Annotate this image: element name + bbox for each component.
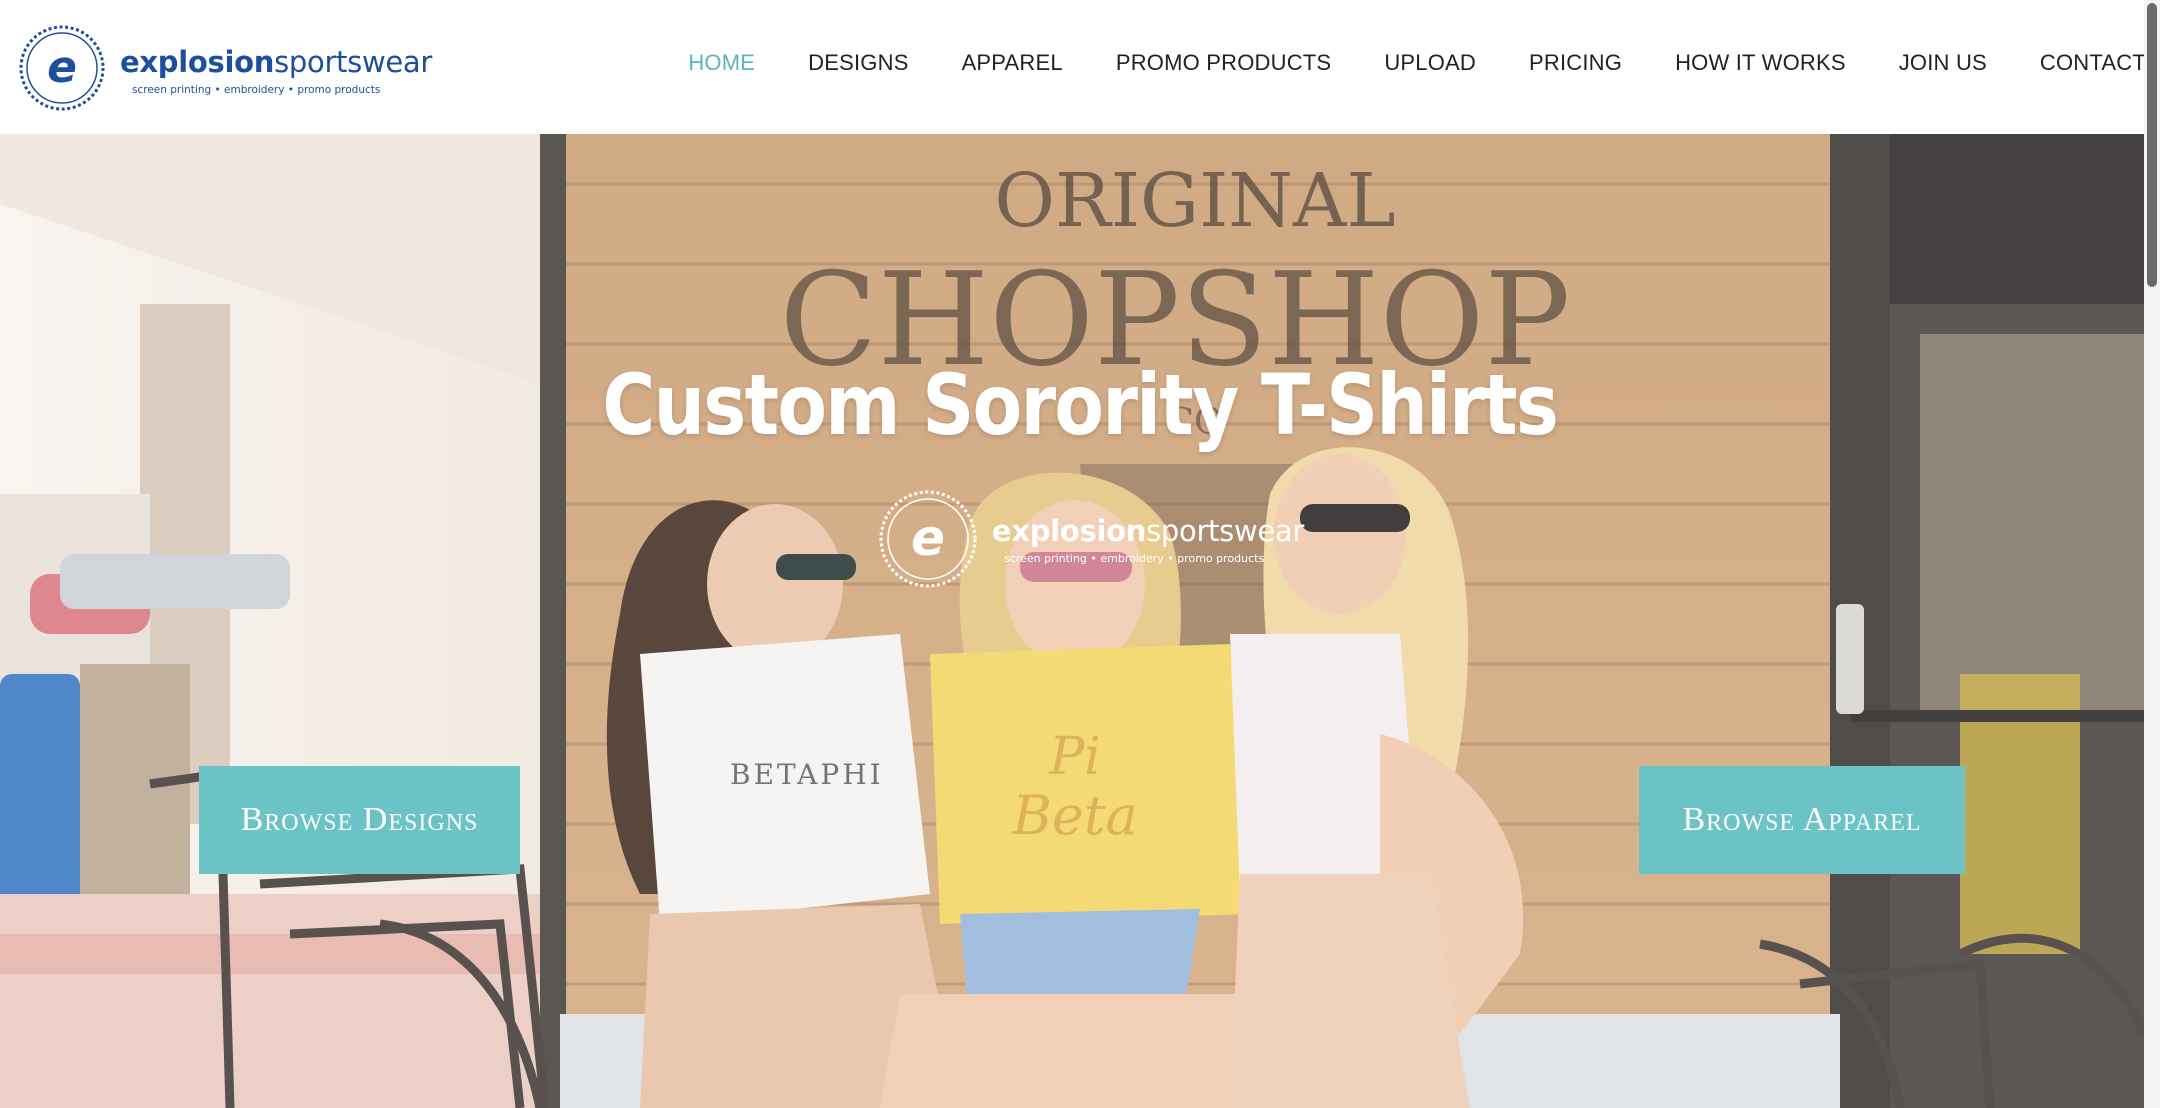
main-nav: HOME DESIGNS APPAREL PROMO PRODUCTS UPLO…: [635, 50, 2146, 76]
explosion-e-badge-icon: e: [879, 490, 977, 588]
nav-home[interactable]: HOME: [688, 50, 755, 76]
hero-logo-word-light: sportswear: [1146, 513, 1304, 548]
hero-photo: ORIGINAL CHOPSHOP CO BETAPHI Pi Beta: [0, 134, 2144, 1108]
browse-designs-button[interactable]: Browse Designs: [199, 766, 520, 874]
site-header: e explosionsportswear screen printing • …: [0, 0, 2160, 134]
hero-title: Custom Sorority T-Shirts: [602, 356, 1559, 454]
scrollbar-thumb[interactable]: [2147, 3, 2157, 287]
nav-apparel[interactable]: APPAREL: [962, 50, 1063, 76]
badge-letter: e: [47, 42, 77, 93]
hero-badge-letter: e: [911, 509, 945, 567]
logo-word-light: sportswear: [274, 44, 432, 79]
nav-upload[interactable]: UPLOAD: [1384, 50, 1476, 76]
nav-promo-products[interactable]: PROMO PRODUCTS: [1116, 50, 1331, 76]
hero-logo-wordmark: explosionsportswear: [992, 514, 1304, 548]
hero-logo-word-bold: explosion: [992, 513, 1147, 548]
hero-logo: e explosionsportswear screen printing • …: [878, 486, 1308, 592]
explosion-e-badge-icon: e: [19, 25, 105, 111]
logo-tagline: screen printing • embroidery • promo pro…: [132, 83, 381, 96]
nav-pricing[interactable]: PRICING: [1529, 50, 1622, 76]
nav-join-us[interactable]: JOIN US: [1899, 50, 1987, 76]
browse-apparel-button[interactable]: Browse Apparel: [1639, 766, 1965, 874]
nav-how-it-works[interactable]: HOW IT WORKS: [1675, 50, 1846, 76]
site-logo[interactable]: e explosionsportswear screen printing • …: [18, 22, 432, 114]
nav-designs[interactable]: DESIGNS: [808, 50, 908, 76]
page-scrollbar[interactable]: [2144, 0, 2160, 1108]
logo-word-bold: explosion: [120, 44, 275, 79]
hero-banner: ORIGINAL CHOPSHOP CO BETAPHI Pi Beta Cus…: [0, 134, 2144, 1108]
hero-logo-tagline: screen printing • embroidery • promo pro…: [1004, 551, 1265, 565]
nav-contact[interactable]: CONTACT: [2040, 50, 2146, 76]
logo-wordmark: explosionsportswear: [120, 45, 432, 79]
